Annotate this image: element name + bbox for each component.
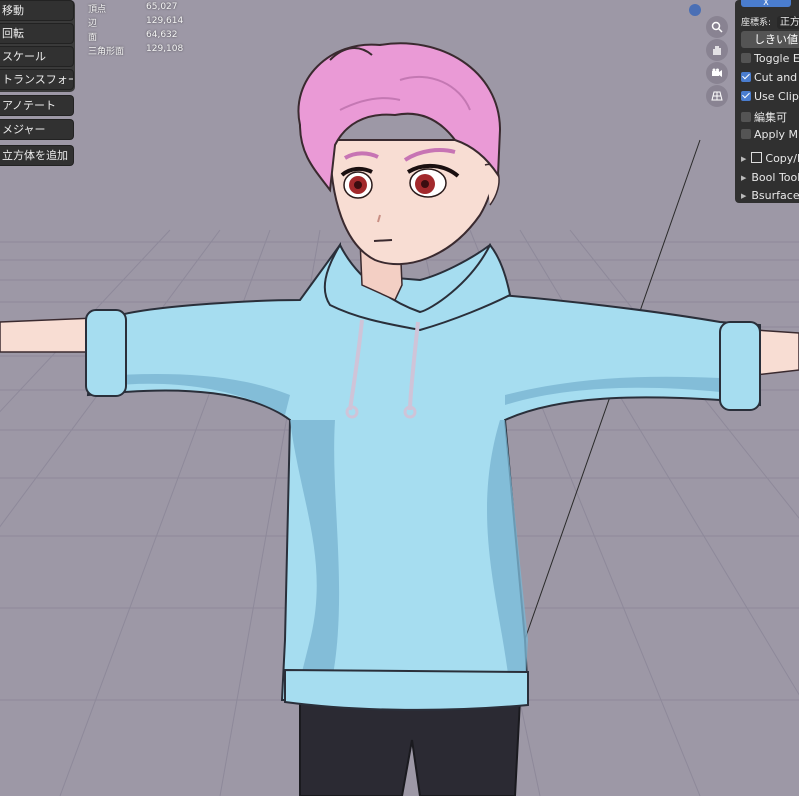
use-clip-label: Use Clip	[754, 90, 799, 103]
x-axis-button[interactable]: X	[741, 0, 791, 7]
stat-vertices-label: 頂点	[88, 5, 107, 15]
coord-system-row: 座標系: 正方	[741, 13, 799, 29]
scale-label: スケール	[2, 50, 46, 63]
threshold-button[interactable]: しきい値	[741, 31, 799, 48]
transform-label: トランスフォーム	[2, 73, 73, 86]
checkbox-checked-icon[interactable]	[741, 91, 751, 101]
stat-edges-value: 129,614	[146, 16, 184, 26]
bsurfaces-panel[interactable]: ▶ Bsurfaces	[741, 189, 799, 202]
cut-and-label: Cut and B	[754, 71, 799, 84]
measure-label: メジャー	[2, 123, 46, 136]
camera-icon[interactable]	[706, 62, 728, 84]
expand-triangle-icon[interactable]: ▶	[741, 155, 746, 163]
annotate-label: アノテート	[2, 99, 57, 112]
coord-label: 座標系:	[741, 18, 772, 28]
cut-and-option[interactable]: Cut and B	[741, 71, 799, 84]
add-cube-tool[interactable]: 立方体を追加	[0, 145, 74, 166]
editable-option[interactable]: 編集可	[741, 109, 787, 125]
copy-r-label: Copy/R	[765, 152, 799, 165]
bool-tool-label: Bool Tool	[751, 171, 799, 184]
bsurfaces-label: Bsurfaces	[751, 189, 799, 202]
bool-tool-panel[interactable]: ▶ Bool Tool	[741, 171, 799, 184]
sidebar-panel: X 座標系: 正方 しきい値 Toggle Ed Cut and B Use C…	[735, 0, 799, 203]
use-clip-option[interactable]: Use Clip	[741, 90, 799, 103]
rotate-label: 回転	[2, 27, 24, 40]
checkbox-checked-icon[interactable]	[741, 72, 751, 82]
zoom-icon[interactable]	[706, 16, 728, 38]
expand-triangle-icon[interactable]: ▶	[741, 174, 746, 182]
move-tool[interactable]: 移動	[0, 0, 74, 21]
copy-r-panel[interactable]: ▶ Copy/R	[741, 152, 799, 165]
checkbox-icon[interactable]	[741, 129, 751, 139]
copy-doc-icon	[751, 152, 763, 163]
checkbox-icon[interactable]	[741, 53, 751, 63]
editable-label: 編集可	[754, 111, 787, 124]
toggle-edit-label: Toggle Ed	[754, 52, 799, 65]
anime-character-model[interactable]	[0, 0, 799, 796]
gizmo-axis-dot[interactable]	[689, 4, 701, 16]
perspective-grid-icon[interactable]	[706, 85, 728, 107]
stat-faces-label: 面	[88, 33, 98, 43]
x-axis-label: X	[763, 0, 769, 7]
expand-triangle-icon[interactable]: ▶	[741, 192, 746, 200]
stat-edges-label: 辺	[88, 19, 98, 29]
stat-faces-value: 64,632	[146, 30, 178, 40]
toggle-edit-option[interactable]: Toggle Ed	[741, 52, 799, 65]
measure-tool[interactable]: メジャー	[0, 119, 74, 140]
transform-tool[interactable]: トランスフォーム	[0, 69, 74, 90]
scale-tool[interactable]: スケール	[0, 46, 74, 67]
coord-select[interactable]: 正方	[776, 16, 799, 29]
annotate-tool[interactable]: アノテート	[0, 95, 74, 116]
threshold-label: しきい値	[754, 33, 798, 46]
apply-mi-label: Apply Mi	[754, 128, 799, 141]
rotate-tool[interactable]: 回転	[0, 23, 74, 44]
stat-triangles-label: 三角形面	[88, 47, 125, 57]
add-cube-label: 立方体を追加	[2, 149, 68, 162]
hand-pan-icon[interactable]	[706, 39, 728, 61]
3d-viewport[interactable]: 移動 回転 スケール トランスフォーム アノテート メジャー 立方体を追加 頂点…	[0, 0, 799, 796]
stat-triangles-value: 129,108	[146, 44, 184, 54]
stat-vertices-value: 65,027	[146, 2, 178, 12]
move-label: 移動	[2, 4, 24, 17]
apply-mi-option[interactable]: Apply Mi	[741, 128, 799, 141]
checkbox-icon[interactable]	[741, 112, 751, 122]
